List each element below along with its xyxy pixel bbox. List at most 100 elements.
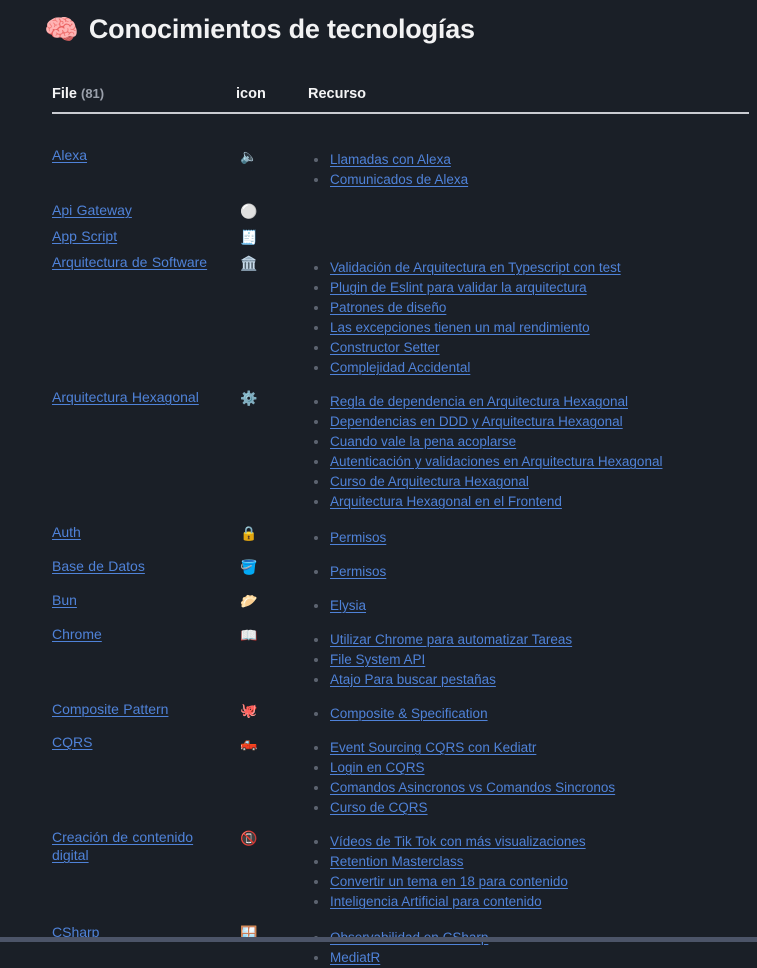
list-item: MediatR <box>308 948 748 968</box>
resource-link[interactable]: Login en CQRS <box>330 760 425 775</box>
resource-link[interactable]: Dependencias en DDD y Arquitectura Hexag… <box>330 414 623 429</box>
lock-icon: 🔒 <box>240 525 258 541</box>
resource-link[interactable]: Vídeos de Tik Tok con más visualizacione… <box>330 834 586 849</box>
dumpling-icon: 🥟 <box>240 593 258 609</box>
list-item: Composite & Specification <box>308 704 748 724</box>
resource-cell: Validación de Arquitectura en Typescript… <box>308 258 748 378</box>
resource-link[interactable]: Curso de CQRS <box>330 800 428 815</box>
file-link[interactable]: Bun <box>52 592 77 608</box>
resource-cell: Vídeos de Tik Tok con más visualizacione… <box>308 832 748 912</box>
column-header-file-count: (81) <box>80 86 105 101</box>
list-item: Comandos Asincronos vs Comandos Sincrono… <box>308 778 748 798</box>
resource-list: Permisos <box>308 528 748 548</box>
file-link[interactable]: Arquitectura Hexagonal <box>52 389 199 405</box>
list-item: Llamadas con Alexa <box>308 150 748 170</box>
list-item: Arquitectura Hexagonal en el Frontend <box>308 492 748 512</box>
list-item: Login en CQRS <box>308 758 748 778</box>
resource-link[interactable]: Comandos Asincronos vs Comandos Sincrono… <box>330 780 615 795</box>
list-item: Permisos <box>308 562 748 582</box>
icon-cell: 🐙 <box>240 702 264 718</box>
file-link[interactable]: Arquitectura de Software <box>52 254 207 270</box>
file-link[interactable]: Composite Pattern <box>52 701 168 717</box>
file-link[interactable]: CQRS <box>52 734 92 750</box>
resource-link[interactable]: Utilizar Chrome para automatizar Tareas <box>330 632 572 647</box>
file-link[interactable]: Creación de contenido digital <box>52 829 193 863</box>
open-book-icon: 📖 <box>240 627 258 643</box>
list-item: Autenticación y validaciones en Arquitec… <box>308 452 748 472</box>
resource-link[interactable]: Cuando vale la pena acoplarse <box>330 434 516 449</box>
file-link[interactable]: Api Gateway <box>52 202 132 218</box>
resource-link[interactable]: Curso de Arquitectura Hexagonal <box>330 474 529 489</box>
resource-link[interactable]: Convertir un tema en 18 para contenido <box>330 874 568 889</box>
resource-link[interactable]: Elysia <box>330 598 366 613</box>
resource-link[interactable]: File System API <box>330 652 425 667</box>
icon-cell: 🔒 <box>240 525 264 541</box>
file-link[interactable]: Chrome <box>52 626 102 642</box>
file-cell: Auth <box>52 524 222 542</box>
resource-link[interactable]: Llamadas con Alexa <box>330 152 451 167</box>
purple-gear-icon: ⚙️ <box>240 390 258 406</box>
resource-link[interactable]: Plugin de Eslint para validar la arquite… <box>330 280 587 295</box>
resource-link[interactable]: Patrones de diseño <box>330 300 446 315</box>
brain-icon: 🧠 <box>44 13 79 45</box>
resource-link[interactable]: Regla de dependencia en Arquitectura Hex… <box>330 394 628 409</box>
file-cell: Api Gateway <box>52 202 222 220</box>
resource-link[interactable]: Permisos <box>330 564 386 579</box>
receipt-icon: 🧾 <box>240 229 258 245</box>
column-header-file[interactable]: File (81) <box>52 86 104 102</box>
resource-link[interactable]: Arquitectura Hexagonal en el Frontend <box>330 494 562 509</box>
file-cell: Bun <box>52 592 222 610</box>
resource-link[interactable]: Event Sourcing CQRS con Kediatr <box>330 740 536 755</box>
resource-link[interactable]: Retention Masterclass <box>330 854 464 869</box>
resource-link[interactable]: Complejidad Accidental <box>330 360 470 375</box>
page-title-text: Conocimientos de tecnologías <box>88 14 475 44</box>
list-item: Patrones de diseño <box>308 298 748 318</box>
list-item: Regla de dependencia en Arquitectura Hex… <box>308 392 748 412</box>
resource-link[interactable]: Validación de Arquitectura en Typescript… <box>330 260 621 275</box>
resource-list: Elysia <box>308 596 748 616</box>
list-item: Las excepciones tienen un mal rendimient… <box>308 318 748 338</box>
speaker-icon: 🔈 <box>240 148 258 164</box>
pickup-truck-icon: 🛻 <box>240 735 258 751</box>
list-item: Dependencias en DDD y Arquitectura Hexag… <box>308 412 748 432</box>
column-header-icon[interactable]: icon <box>236 86 266 102</box>
file-link[interactable]: Base de Datos <box>52 558 145 574</box>
file-cell: Composite Pattern <box>52 701 222 719</box>
resource-list: Observabilidad en CSharpMediatR <box>308 928 748 968</box>
resource-link[interactable]: Las excepciones tienen un mal rendimient… <box>330 320 590 335</box>
resource-list: Validación de Arquitectura en Typescript… <box>308 258 748 378</box>
icon-cell: ⚙️ <box>240 390 264 406</box>
resource-list: Llamadas con Alexa Comunicados de Alexa <box>308 150 748 190</box>
file-cell: Arquitectura de Software <box>52 254 222 272</box>
resource-link[interactable]: Comunicados de Alexa <box>330 172 468 187</box>
list-item: Atajo Para buscar pestañas <box>308 670 748 690</box>
resource-link[interactable]: Composite & Specification <box>330 706 488 721</box>
file-cell: App Script <box>52 228 222 246</box>
horizontal-scrollbar[interactable] <box>0 937 757 942</box>
file-cell: Base de Datos <box>52 558 222 576</box>
list-item: Utilizar Chrome para automatizar Tareas <box>308 630 748 650</box>
file-cell: Creación de contenido digital <box>52 829 222 865</box>
white-circle-icon: ⚪ <box>240 203 258 219</box>
column-header-recurso[interactable]: Recurso <box>308 86 366 102</box>
resource-list: Regla de dependencia en Arquitectura Hex… <box>308 392 748 512</box>
list-item: Retention Masterclass <box>308 852 748 872</box>
icon-cell: ⚪ <box>240 203 264 219</box>
resource-link[interactable]: MediatR <box>330 950 380 965</box>
resource-link[interactable]: Permisos <box>330 530 386 545</box>
file-link[interactable]: Alexa <box>52 147 87 163</box>
file-link[interactable]: App Script <box>52 228 117 244</box>
icon-cell: 🪣 <box>240 559 264 575</box>
list-item: Vídeos de Tik Tok con más visualizacione… <box>308 832 748 852</box>
resource-link[interactable]: Atajo Para buscar pestañas <box>330 672 496 687</box>
list-item: Event Sourcing CQRS con Kediatr <box>308 738 748 758</box>
file-link[interactable]: Auth <box>52 524 81 540</box>
resource-link[interactable]: Inteligencia Artificial para contenido <box>330 894 542 909</box>
octopus-icon: 🐙 <box>240 702 258 718</box>
resource-cell: Utilizar Chrome para automatizar Tareas F… <box>308 630 748 690</box>
resource-link[interactable]: Constructor Setter <box>330 340 440 355</box>
resource-link[interactable]: Autenticación y validaciones en Arquitec… <box>330 454 662 469</box>
icon-cell: 🧾 <box>240 229 264 245</box>
icon-cell: 🛻 <box>240 735 264 751</box>
list-item: Curso de Arquitectura Hexagonal <box>308 472 748 492</box>
